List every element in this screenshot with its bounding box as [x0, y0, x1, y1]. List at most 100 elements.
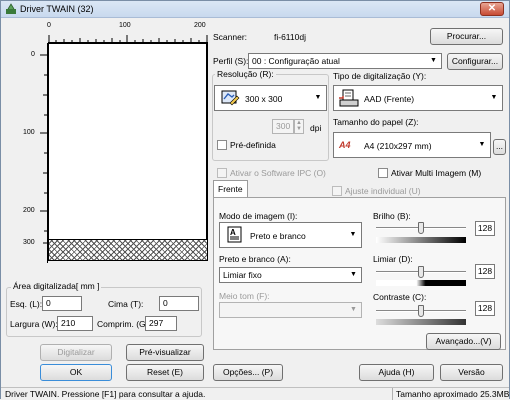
ruler-top: [48, 31, 208, 43]
individual-label: Ajuste individual (U): [345, 186, 421, 196]
ruler-top-label-100: 100: [119, 22, 131, 29]
image-mode-value: Preto e branco: [250, 231, 306, 241]
profile-label: Perfil (S):: [213, 56, 249, 66]
brightness-slider-thumb[interactable]: [418, 222, 424, 234]
ruler-left-label-100: 100: [23, 129, 35, 136]
threshold-title: Limiar (D):: [373, 254, 413, 264]
chevron-down-icon: ▼: [350, 306, 357, 313]
scan-type-select[interactable]: AAD (Frente) ▼: [333, 85, 503, 111]
ipc-label: Ativar o Software IPC (O): [230, 168, 326, 178]
help-button[interactable]: Ajuda (H): [359, 364, 434, 381]
threshold-value[interactable]: 128: [475, 264, 495, 279]
close-icon: ✕: [487, 3, 497, 14]
scan-button[interactable]: Digitalizar: [40, 344, 112, 361]
paper-size-more-button[interactable]: ...: [493, 139, 506, 155]
halftone-select[interactable]: ▼: [219, 302, 362, 318]
bw-title: Preto e branco (A):: [219, 254, 291, 264]
top-input[interactable]: 0: [159, 296, 199, 311]
version-button[interactable]: Versão: [440, 364, 503, 381]
scan-area-title: Área digitalizada[ mm ]: [11, 281, 102, 291]
length-label: Comprim. (G):: [97, 319, 151, 329]
scan-type-title: Tipo de digitalização (Y):: [333, 71, 427, 81]
dpi-spinner[interactable]: ▲ ▼: [294, 119, 304, 134]
ruler-top-label-200: 200: [194, 22, 206, 29]
multi-image-label: Ativar Multi Imagem (M): [391, 168, 482, 178]
ruler-left: [37, 43, 48, 263]
chevron-down-icon: ▼: [478, 141, 486, 148]
status-bar: Driver TWAIN. Pressione [F1] para consul…: [1, 387, 510, 400]
advanced-button[interactable]: Avançado...(V): [426, 333, 501, 350]
brightness-ramp: [376, 237, 466, 243]
title-bar: Driver TWAIN (32) ✕: [1, 1, 509, 18]
threshold-ramp: [376, 280, 466, 286]
resolution-icon: [220, 89, 240, 107]
ruler-left-label-300: 300: [23, 239, 35, 246]
preview-canvas[interactable]: [48, 43, 208, 261]
scanner-label: Scanner:: [213, 32, 248, 42]
contrast-title: Contraste (C):: [373, 292, 427, 302]
approx-size-text: Tamanho aproximado 25.3MB: [396, 389, 510, 399]
bw-mode-icon: A: [225, 226, 245, 244]
paper-size-select[interactable]: A4 A4 (210x297 mm) ▼: [333, 132, 491, 158]
predefined-label: Pré-definida: [230, 140, 276, 150]
tab-front-label: Frente: [218, 184, 243, 194]
image-mode-select[interactable]: A Preto e branco ▼: [219, 222, 362, 248]
ruler-left-label-200: 200: [23, 207, 35, 214]
resolution-value: 300 x 300: [245, 94, 283, 104]
threshold-slider-thumb[interactable]: [418, 266, 424, 278]
left-label: Esq. (L):: [10, 299, 43, 309]
window-title: Driver TWAIN (32): [20, 4, 94, 14]
scanner-value: fi-6110dj: [274, 32, 306, 42]
contrast-ramp: [376, 319, 466, 325]
profile-select[interactable]: 00 : Configuração atual ▼: [248, 53, 442, 69]
chevron-down-icon: ▼: [430, 57, 437, 64]
scan-area-page[interactable]: [49, 44, 207, 240]
left-input[interactable]: 0: [42, 296, 82, 311]
close-button[interactable]: ✕: [480, 2, 504, 16]
bw-value: Limiar fixo: [223, 270, 262, 280]
profile-value: 00 : Configuração atual: [252, 56, 340, 66]
ruler-left-label-0: 0: [31, 51, 35, 58]
reset-button[interactable]: Reset (E): [126, 364, 204, 381]
custom-dpi-input[interactable]: 300: [272, 119, 294, 134]
scan-type-value: AAD (Frente): [364, 94, 415, 104]
contrast-slider-thumb[interactable]: [418, 305, 424, 317]
top-label: Cima (T):: [108, 299, 144, 309]
ipc-checkbox[interactable]: [217, 168, 227, 178]
preview-button[interactable]: Pré-visualizar: [126, 344, 204, 361]
dialog-window: Driver TWAIN (32) ✕ 0 100 200 0 100 200 …: [0, 0, 510, 400]
resolution-title: Resolução (R):: [215, 69, 276, 79]
dpi-unit: dpi: [310, 123, 322, 133]
configure-button[interactable]: Configurar...: [447, 53, 503, 70]
predefined-checkbox[interactable]: [217, 140, 227, 150]
resolution-select[interactable]: 300 x 300 ▼: [214, 85, 327, 111]
halftone-title: Meio tom (F):: [219, 291, 270, 301]
chevron-down-icon: ▼: [490, 94, 498, 101]
width-label: Largura (W):: [10, 319, 58, 329]
brightness-title: Brilho (B):: [373, 211, 411, 221]
paper-size-value: A4 (210x297 mm): [364, 141, 432, 151]
chevron-down-icon: ▼: [314, 94, 322, 101]
contrast-value[interactable]: 128: [475, 301, 495, 316]
paper-size-title: Tamanho do papel (Z):: [333, 117, 419, 127]
tab-front[interactable]: Frente: [213, 180, 248, 198]
status-text: Driver TWAIN. Pressione [F1] para consul…: [5, 389, 206, 399]
image-mode-title: Modo de imagem (I):: [219, 211, 298, 221]
scanner-app-icon: [5, 3, 17, 15]
status-divider: [392, 388, 393, 400]
ok-button[interactable]: OK: [40, 364, 112, 381]
width-input[interactable]: 210: [57, 316, 93, 331]
individual-checkbox[interactable]: [332, 186, 342, 196]
ruler-top-label-0: 0: [47, 22, 51, 29]
browse-button[interactable]: Procurar...: [430, 28, 503, 45]
multi-image-checkbox[interactable]: [378, 168, 388, 178]
bw-select[interactable]: Limiar fixo ▼: [219, 267, 362, 283]
adf-icon: [339, 89, 359, 107]
options-button[interactable]: Opções... (P): [213, 364, 283, 381]
length-input[interactable]: 297: [145, 316, 177, 331]
svg-text:A: A: [230, 228, 236, 237]
paper-a4-icon: A4: [339, 140, 351, 150]
chevron-down-icon: ▼: [349, 231, 357, 238]
brightness-value[interactable]: 128: [475, 221, 495, 236]
chevron-down-icon: ▼: [350, 271, 357, 278]
